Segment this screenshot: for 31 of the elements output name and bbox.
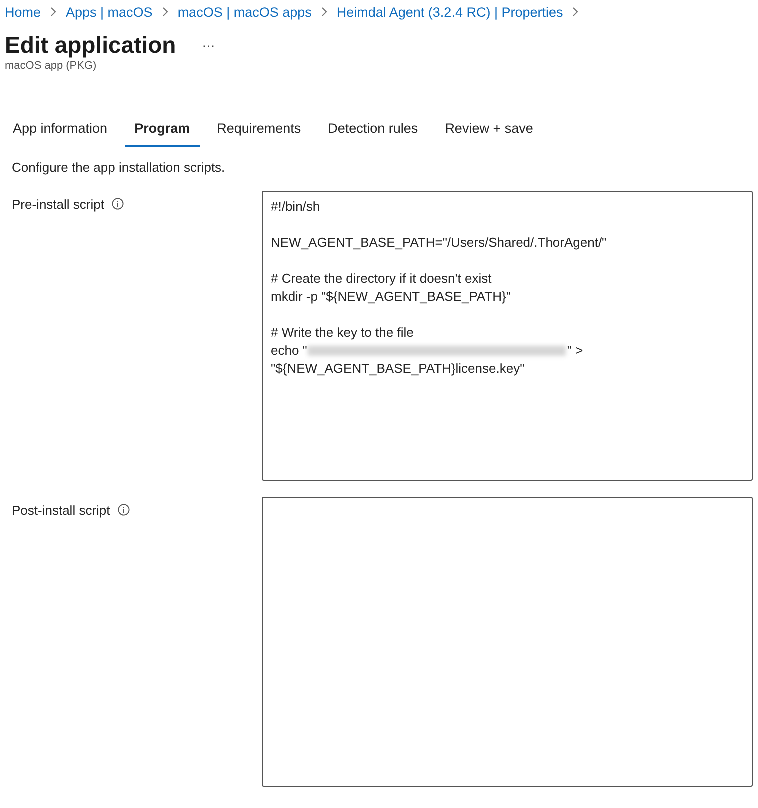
tab[interactable]: Program [124, 117, 200, 147]
code-line: #!/bin/sh [271, 198, 322, 216]
breadcrumb-link[interactable]: macOS | macOS apps [178, 4, 312, 20]
code-text: " > [567, 342, 584, 360]
more-button[interactable]: ··· [198, 38, 220, 52]
field-label: Pre-install script [12, 197, 104, 212]
page-title: Edit application [5, 31, 176, 59]
chevron-right-icon [320, 7, 328, 17]
tab[interactable]: Requirements [207, 117, 312, 147]
chevron-right-icon [162, 7, 169, 17]
code-line: mkdir -p "${NEW_AGENT_BASE_PATH}" [271, 288, 512, 306]
code-text: echo " [271, 342, 308, 360]
code-line: "${NEW_AGENT_BASE_PATH}license.key" [271, 360, 526, 378]
page-subtitle: macOS app (PKG) [4, 59, 98, 72]
info-icon [118, 504, 130, 516]
tab[interactable]: App information [3, 117, 118, 147]
chevron-right-icon [50, 7, 58, 17]
field-label: Post-install script [12, 503, 110, 518]
breadcrumb-link[interactable]: Heimdal Agent (3.2.4 RC) | Properties [336, 4, 564, 20]
chevron-right-icon [572, 7, 580, 17]
code-line: # Create the directory if it doesn't exist [271, 270, 493, 288]
description-text: Configure the app installation scripts. [12, 160, 226, 175]
breadcrumb-link[interactable]: Apps | macOS [66, 4, 153, 20]
script-field[interactable] [262, 191, 753, 481]
tab[interactable]: Detection rules [318, 117, 428, 147]
code-line: NEW_AGENT_BASE_PATH="/Users/Shared/.ThorAgent/" [271, 234, 608, 252]
script-field[interactable] [262, 497, 753, 787]
code-line: # Write the key to the file [271, 324, 415, 342]
info-icon [112, 198, 124, 210]
tab[interactable]: Review + save [435, 117, 544, 147]
breadcrumb-link[interactable]: Home [5, 4, 42, 20]
